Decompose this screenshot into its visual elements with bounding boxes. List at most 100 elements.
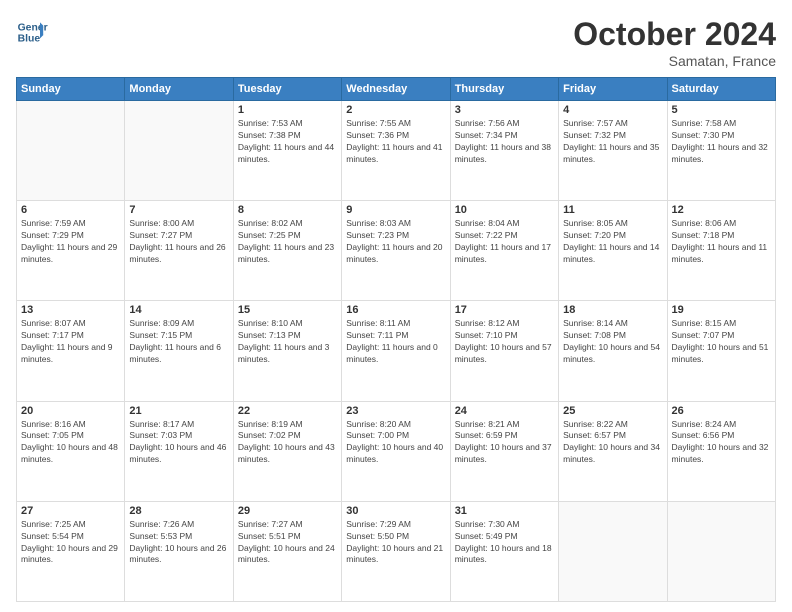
day-header-wednesday: Wednesday bbox=[342, 78, 450, 101]
calendar-cell: 29 Sunrise: 7:27 AMSunset: 5:51 PMDayligh… bbox=[233, 501, 341, 601]
day-number: 24 bbox=[455, 405, 554, 417]
calendar-cell: 10 Sunrise: 8:04 AMSunset: 7:22 PMDayligh… bbox=[450, 201, 558, 301]
calendar-cell: 18Sunrise: 8:14 AMSunset: 7:08 PMDayligh… bbox=[559, 301, 667, 401]
day-info: Sunrise: 7:25 AMSunset: 5:54 PMDaylight:… bbox=[21, 519, 120, 567]
day-info: Sunrise: 7:53 AMSunset: 7:38 PMDaylight:… bbox=[238, 118, 337, 166]
day-info: Sunrise: 8:20 AMSunset: 7:00 PMDaylight:… bbox=[346, 419, 445, 467]
day-info: Sunrise: 8:10 AMSunset: 7:13 PMDaylight:… bbox=[238, 318, 337, 366]
calendar-cell: 9 Sunrise: 8:03 AMSunset: 7:23 PMDaylight… bbox=[342, 201, 450, 301]
calendar-cell: 7 Sunrise: 8:00 AMSunset: 7:27 PMDaylight… bbox=[125, 201, 233, 301]
day-number: 3 bbox=[455, 104, 554, 116]
day-info: Sunrise: 8:04 AMSunset: 7:22 PMDaylight:… bbox=[455, 218, 554, 266]
day-info: Sunrise: 8:00 AMSunset: 7:27 PMDaylight:… bbox=[129, 218, 228, 266]
day-header-thursday: Thursday bbox=[450, 78, 558, 101]
day-number: 2 bbox=[346, 104, 445, 116]
calendar-cell: 19 Sunrise: 8:15 AMSunset: 7:07 PMDayligh… bbox=[667, 301, 775, 401]
day-info: Sunrise: 8:19 AMSunset: 7:02 PMDaylight:… bbox=[238, 419, 337, 467]
day-info: Sunrise: 7:27 AMSunset: 5:51 PMDaylight:… bbox=[238, 519, 337, 567]
day-number: 27 bbox=[21, 505, 120, 517]
day-number: 26 bbox=[672, 405, 771, 417]
day-number: 31 bbox=[455, 505, 554, 517]
svg-text:General: General bbox=[18, 22, 48, 33]
header-row: SundayMondayTuesdayWednesdayThursdayFrid… bbox=[17, 78, 776, 101]
day-info: Sunrise: 8:11 AMSunset: 7:11 PMDaylight:… bbox=[346, 318, 445, 366]
calendar-cell: 17Sunrise: 8:12 AMSunset: 7:10 PMDayligh… bbox=[450, 301, 558, 401]
day-info: Sunrise: 7:57 AMSunset: 7:32 PMDaylight:… bbox=[563, 118, 662, 166]
day-info: Sunrise: 7:56 AMSunset: 7:34 PMDaylight:… bbox=[455, 118, 554, 166]
day-number: 5 bbox=[672, 104, 771, 116]
day-info: Sunrise: 8:21 AMSunset: 6:59 PMDaylight:… bbox=[455, 419, 554, 467]
calendar-cell: 24 Sunrise: 8:21 AMSunset: 6:59 PMDayligh… bbox=[450, 401, 558, 501]
calendar-cell: 13 Sunrise: 8:07 AMSunset: 7:17 PMDayligh… bbox=[17, 301, 125, 401]
calendar-cell: 20 Sunrise: 8:16 AMSunset: 7:05 PMDayligh… bbox=[17, 401, 125, 501]
day-number: 23 bbox=[346, 405, 445, 417]
day-info: Sunrise: 8:22 AMSunset: 6:57 PMDaylight:… bbox=[563, 419, 662, 467]
day-info: Sunrise: 7:30 AMSunset: 5:49 PMDaylight:… bbox=[455, 519, 554, 567]
calendar-cell: 4 Sunrise: 7:57 AMSunset: 7:32 PMDaylight… bbox=[559, 101, 667, 201]
calendar-cell: 1Sunrise: 7:53 AMSunset: 7:38 PMDaylight… bbox=[233, 101, 341, 201]
day-number: 22 bbox=[238, 405, 337, 417]
calendar-cell: 8Sunrise: 8:02 AMSunset: 7:25 PMDaylight… bbox=[233, 201, 341, 301]
calendar-cell: 3 Sunrise: 7:56 AMSunset: 7:34 PMDaylight… bbox=[450, 101, 558, 201]
calendar-cell bbox=[125, 101, 233, 201]
day-info: Sunrise: 8:24 AMSunset: 6:56 PMDaylight:… bbox=[672, 419, 771, 467]
day-number: 17 bbox=[455, 304, 554, 316]
day-header-monday: Monday bbox=[125, 78, 233, 101]
day-info: Sunrise: 8:17 AMSunset: 7:03 PMDaylight:… bbox=[129, 419, 228, 467]
calendar-week-5: 27 Sunrise: 7:25 AMSunset: 5:54 PMDayligh… bbox=[17, 501, 776, 601]
calendar-cell bbox=[17, 101, 125, 201]
day-info: Sunrise: 8:05 AMSunset: 7:20 PMDaylight:… bbox=[563, 218, 662, 266]
month-title: October 2024 bbox=[573, 16, 776, 53]
calendar-cell: 27 Sunrise: 7:25 AMSunset: 5:54 PMDayligh… bbox=[17, 501, 125, 601]
calendar-week-4: 20 Sunrise: 8:16 AMSunset: 7:05 PMDayligh… bbox=[17, 401, 776, 501]
calendar-cell: 28 Sunrise: 7:26 AMSunset: 5:53 PMDayligh… bbox=[125, 501, 233, 601]
day-info: Sunrise: 8:16 AMSunset: 7:05 PMDaylight:… bbox=[21, 419, 120, 467]
calendar-cell: 16 Sunrise: 8:11 AMSunset: 7:11 PMDayligh… bbox=[342, 301, 450, 401]
day-number: 13 bbox=[21, 304, 120, 316]
day-number: 28 bbox=[129, 505, 228, 517]
logo: General Blue General Blue bbox=[16, 16, 48, 48]
calendar-table: SundayMondayTuesdayWednesdayThursdayFrid… bbox=[16, 77, 776, 602]
calendar-week-3: 13 Sunrise: 8:07 AMSunset: 7:17 PMDayligh… bbox=[17, 301, 776, 401]
calendar-cell: 21 Sunrise: 8:17 AMSunset: 7:03 PMDayligh… bbox=[125, 401, 233, 501]
calendar-cell: 30Sunrise: 7:29 AMSunset: 5:50 PMDayligh… bbox=[342, 501, 450, 601]
day-header-friday: Friday bbox=[559, 78, 667, 101]
day-header-tuesday: Tuesday bbox=[233, 78, 341, 101]
calendar-cell: 22 Sunrise: 8:19 AMSunset: 7:02 PMDayligh… bbox=[233, 401, 341, 501]
calendar-cell: 14Sunrise: 8:09 AMSunset: 7:15 PMDayligh… bbox=[125, 301, 233, 401]
day-header-sunday: Sunday bbox=[17, 78, 125, 101]
calendar-cell: 25 Sunrise: 8:22 AMSunset: 6:57 PMDayligh… bbox=[559, 401, 667, 501]
day-info: Sunrise: 8:15 AMSunset: 7:07 PMDaylight:… bbox=[672, 318, 771, 366]
day-info: Sunrise: 8:06 AMSunset: 7:18 PMDaylight:… bbox=[672, 218, 771, 266]
day-number: 25 bbox=[563, 405, 662, 417]
calendar-cell: 5 Sunrise: 7:58 AMSunset: 7:30 PMDaylight… bbox=[667, 101, 775, 201]
calendar-cell: 15 Sunrise: 8:10 AMSunset: 7:13 PMDayligh… bbox=[233, 301, 341, 401]
day-number: 20 bbox=[21, 405, 120, 417]
day-info: Sunrise: 8:03 AMSunset: 7:23 PMDaylight:… bbox=[346, 218, 445, 266]
day-number: 9 bbox=[346, 204, 445, 216]
day-number: 10 bbox=[455, 204, 554, 216]
svg-text:Blue: Blue bbox=[18, 34, 41, 45]
day-info: Sunrise: 8:09 AMSunset: 7:15 PMDaylight:… bbox=[129, 318, 228, 366]
calendar-cell: 12Sunrise: 8:06 AMSunset: 7:18 PMDayligh… bbox=[667, 201, 775, 301]
day-number: 4 bbox=[563, 104, 662, 116]
day-info: Sunrise: 7:58 AMSunset: 7:30 PMDaylight:… bbox=[672, 118, 771, 166]
day-info: Sunrise: 7:59 AMSunset: 7:29 PMDaylight:… bbox=[21, 218, 120, 266]
day-number: 16 bbox=[346, 304, 445, 316]
day-info: Sunrise: 8:07 AMSunset: 7:17 PMDaylight:… bbox=[21, 318, 120, 366]
logo-icon: General Blue bbox=[16, 16, 48, 48]
calendar-week-1: 1Sunrise: 7:53 AMSunset: 7:38 PMDaylight… bbox=[17, 101, 776, 201]
day-info: Sunrise: 7:26 AMSunset: 5:53 PMDaylight:… bbox=[129, 519, 228, 567]
day-number: 11 bbox=[563, 204, 662, 216]
day-number: 29 bbox=[238, 505, 337, 517]
day-number: 15 bbox=[238, 304, 337, 316]
calendar-cell: 11 Sunrise: 8:05 AMSunset: 7:20 PMDayligh… bbox=[559, 201, 667, 301]
day-number: 18 bbox=[563, 304, 662, 316]
day-number: 21 bbox=[129, 405, 228, 417]
header: General Blue General Blue October 2024 S… bbox=[16, 16, 776, 69]
location-subtitle: Samatan, France bbox=[573, 53, 776, 69]
calendar-cell bbox=[667, 501, 775, 601]
day-number: 19 bbox=[672, 304, 771, 316]
calendar-cell bbox=[559, 501, 667, 601]
day-number: 7 bbox=[129, 204, 228, 216]
